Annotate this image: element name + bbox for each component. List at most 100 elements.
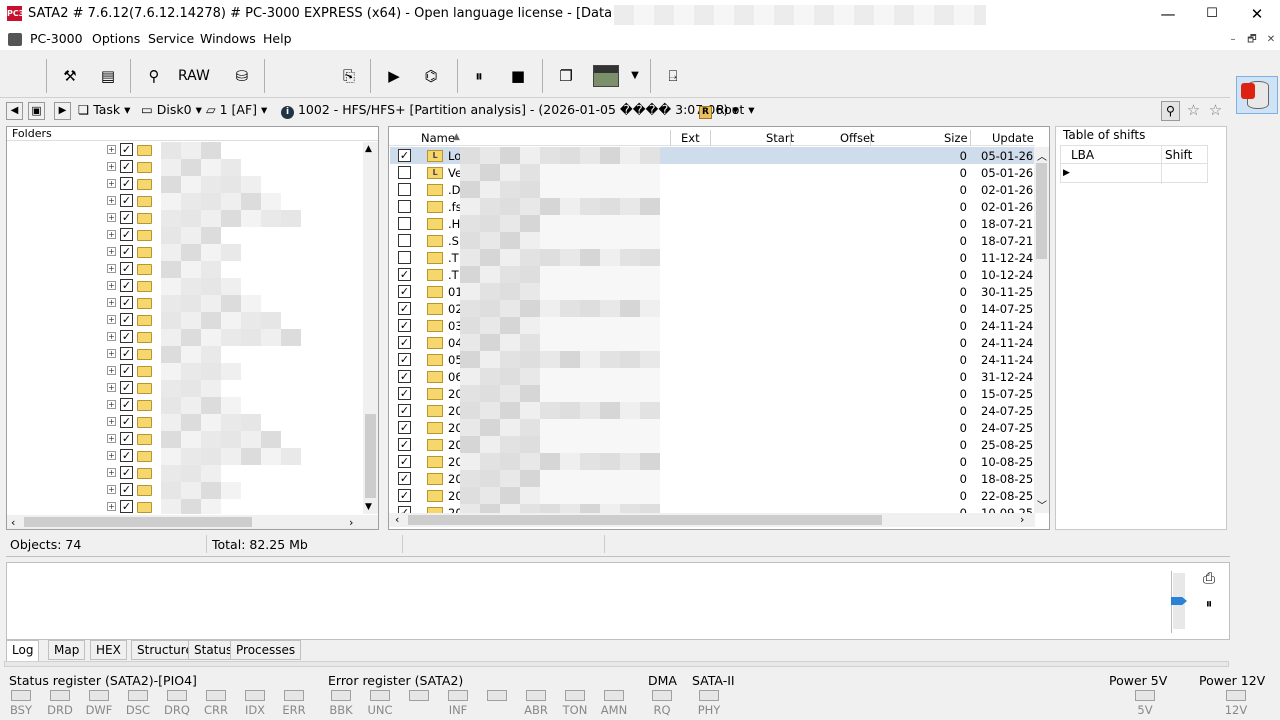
- column-shift[interactable]: Shift: [1165, 148, 1192, 162]
- table-row[interactable]: ✓02014-07-25 1: [390, 300, 1035, 317]
- folders-horizontal-scrollbar[interactable]: ‹ ›: [7, 515, 378, 529]
- row-checkbox[interactable]: ✓: [398, 319, 411, 332]
- forward-button[interactable]: ▶: [54, 102, 71, 120]
- star-add-icon[interactable]: ☆: [1184, 101, 1203, 121]
- expand-icon[interactable]: +: [107, 468, 116, 477]
- folder-checkbox[interactable]: ✓: [120, 330, 133, 343]
- folder-tree-row[interactable]: + ✓: [107, 159, 337, 176]
- folder-tree-row[interactable]: + ✓: [107, 176, 337, 193]
- folders-scroll-thumb[interactable]: [365, 414, 376, 498]
- row-checkbox[interactable]: [398, 183, 411, 196]
- files-horizontal-scrollbar[interactable]: ‹ ›: [389, 513, 1035, 527]
- disk-export-icon[interactable]: ⛁: [229, 63, 255, 89]
- task-selector[interactable]: ❏ Task ▾: [78, 102, 130, 117]
- folder-tree-row[interactable]: + ✓: [107, 261, 337, 278]
- drive-status-button[interactable]: [1236, 76, 1278, 114]
- folder-checkbox[interactable]: ✓: [120, 262, 133, 275]
- table-row[interactable]: ✓LLo005-01-26 1: [390, 147, 1035, 164]
- table-row[interactable]: ✓06031-12-24 1: [390, 368, 1035, 385]
- expand-icon[interactable]: +: [107, 383, 116, 392]
- folder-checkbox[interactable]: ✓: [120, 347, 133, 360]
- exit-icon[interactable]: ⍈: [660, 63, 686, 89]
- folder-tree-row[interactable]: + ✓: [107, 142, 337, 159]
- folder-tree-row[interactable]: + ✓: [107, 278, 337, 295]
- folder-tree-row[interactable]: + ✓: [107, 295, 337, 312]
- row-checkbox[interactable]: ✓: [398, 455, 411, 468]
- folder-checkbox[interactable]: ✓: [120, 415, 133, 428]
- table-row[interactable]: ✓20010-08-25 1: [390, 453, 1035, 470]
- expand-icon[interactable]: +: [107, 366, 116, 375]
- scroll-right-icon[interactable]: ›: [1020, 513, 1024, 526]
- folders-hscroll-thumb[interactable]: [24, 517, 252, 527]
- table-row[interactable]: ✓20022-08-25 2: [390, 487, 1035, 504]
- table-row[interactable]: ✓ .T 0 10-12-24 2: [390, 266, 1035, 283]
- scroll-down-icon[interactable]: ▼: [365, 502, 372, 512]
- pause-icon[interactable]: ⏸: [466, 63, 492, 89]
- expand-icon[interactable]: +: [107, 502, 116, 511]
- row-checkbox[interactable]: ✓: [398, 149, 411, 162]
- scroll-right-icon[interactable]: ›: [349, 516, 353, 529]
- expand-icon[interactable]: +: [107, 315, 116, 324]
- tab-map[interactable]: Map: [48, 640, 86, 660]
- folder-checkbox[interactable]: ✓: [120, 211, 133, 224]
- table-row[interactable]: ✓04024-11-24 2: [390, 334, 1035, 351]
- log-settings-icon[interactable]: ⎙: [1199, 569, 1219, 589]
- files-hscroll-thumb[interactable]: [408, 515, 882, 525]
- tab-log[interactable]: Log: [6, 640, 40, 661]
- menu-service[interactable]: Service: [148, 31, 194, 46]
- folder-tree-row[interactable]: + ✓: [107, 363, 337, 380]
- log-position-marker[interactable]: [1171, 597, 1187, 605]
- folder-tree-row[interactable]: + ✓: [107, 346, 337, 363]
- af-selector[interactable]: ▱ 1 [AF] ▾: [206, 102, 267, 117]
- expand-icon[interactable]: +: [107, 247, 116, 256]
- files-scroll-thumb[interactable]: [1036, 163, 1047, 259]
- folder-checkbox[interactable]: ✓: [120, 483, 133, 496]
- row-checkbox[interactable]: ✓: [398, 489, 411, 502]
- scroll-left-icon[interactable]: ‹: [11, 516, 15, 529]
- table-row[interactable]: ✓05024-11-24 2: [390, 351, 1035, 368]
- expand-icon[interactable]: +: [107, 264, 116, 273]
- row-checkbox[interactable]: ✓: [398, 353, 411, 366]
- star-icon[interactable]: ☆: [1206, 101, 1225, 121]
- mdi-close-button[interactable]: ✕: [1263, 32, 1279, 48]
- row-checkbox[interactable]: [398, 251, 411, 264]
- raw-button[interactable]: RAW: [178, 63, 210, 89]
- folder-checkbox[interactable]: ✓: [120, 432, 133, 445]
- log-scroll-track[interactable]: [1171, 573, 1187, 629]
- table-row[interactable]: ✓03024-11-24 2: [390, 317, 1035, 334]
- folder-checkbox[interactable]: ✓: [120, 143, 133, 156]
- folder-checkbox[interactable]: ✓: [120, 313, 133, 326]
- folder-checkbox[interactable]: ✓: [120, 177, 133, 190]
- folders-vertical-scrollbar[interactable]: ▲ ▼: [363, 142, 378, 514]
- search-icon[interactable]: ⚲: [1161, 101, 1180, 121]
- column-lba[interactable]: LBA: [1071, 148, 1094, 162]
- scroll-left-icon[interactable]: ‹: [395, 513, 399, 526]
- maximize-button[interactable]: ☐: [1189, 0, 1235, 30]
- table-row[interactable]: ✓20015-07-25 1: [390, 385, 1035, 402]
- expand-icon[interactable]: +: [107, 349, 116, 358]
- tools-icon[interactable]: ⚒: [57, 63, 83, 89]
- play-icon[interactable]: ▶: [381, 63, 407, 89]
- folder-tree-row[interactable]: + ✓: [107, 499, 337, 514]
- folder-tree-row[interactable]: + ✓: [107, 210, 337, 227]
- row-checkbox[interactable]: [398, 200, 411, 213]
- folder-tree-row[interactable]: + ✓: [107, 193, 337, 210]
- folder-checkbox[interactable]: ✓: [120, 228, 133, 241]
- disk-selector[interactable]: ▭ Disk0 ▾: [141, 102, 202, 117]
- folder-checkbox[interactable]: ✓: [120, 296, 133, 309]
- table-row[interactable]: ✓20010-09-25 1: [390, 504, 1035, 513]
- back-button[interactable]: ◀: [6, 102, 23, 120]
- folder-checkbox[interactable]: ✓: [120, 500, 133, 513]
- folder-tree-row[interactable]: + ✓: [107, 244, 337, 261]
- row-checkbox[interactable]: ✓: [398, 506, 411, 513]
- expand-icon[interactable]: +: [107, 485, 116, 494]
- row-checkbox[interactable]: ✓: [398, 387, 411, 400]
- row-checkbox[interactable]: ✓: [398, 472, 411, 485]
- row-checkbox[interactable]: ✓: [398, 268, 411, 281]
- tree-icon[interactable]: ⌬: [418, 63, 444, 89]
- folder-tree-row[interactable]: + ✓: [107, 482, 337, 499]
- row-checkbox[interactable]: [398, 234, 411, 247]
- folder-checkbox[interactable]: ✓: [120, 279, 133, 292]
- folder-checkbox[interactable]: ✓: [120, 449, 133, 462]
- expand-icon[interactable]: +: [107, 162, 116, 171]
